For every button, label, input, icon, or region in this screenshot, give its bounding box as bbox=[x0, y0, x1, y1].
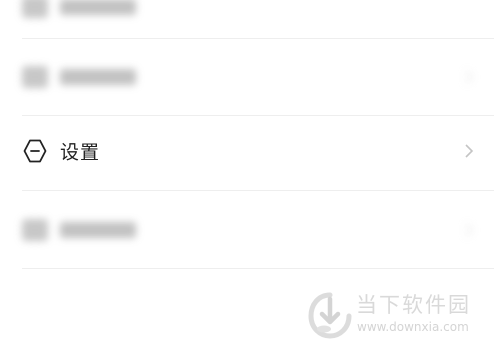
blurred-label bbox=[60, 222, 136, 238]
watermark-title: 当下软件园 bbox=[356, 293, 471, 317]
chevron-right-icon bbox=[465, 223, 474, 237]
blurred-icon bbox=[22, 219, 48, 241]
watermark-url: www.downxia.com bbox=[357, 320, 469, 334]
downxia-logo-icon bbox=[308, 292, 352, 339]
divider bbox=[22, 38, 494, 39]
blurred-icon bbox=[22, 0, 48, 18]
blurred-label bbox=[60, 0, 136, 15]
chevron-right-icon bbox=[465, 70, 474, 84]
settings-item-label: 设置 bbox=[60, 141, 101, 164]
divider bbox=[22, 190, 494, 191]
watermark: 当下软件园 www.downxia.com bbox=[308, 287, 478, 343]
blurred-icon bbox=[22, 66, 48, 88]
settings-item-blurred-3[interactable] bbox=[0, 193, 494, 267]
chevron-right-icon bbox=[465, 144, 474, 158]
settings-item-settings[interactable]: 设置 bbox=[0, 114, 494, 188]
blurred-label bbox=[60, 69, 136, 85]
divider bbox=[22, 268, 494, 269]
settings-screen: 设置 当下软件园 www.downxia.com bbox=[0, 0, 494, 358]
hexagon-minus-icon bbox=[23, 139, 47, 163]
settings-item-blurred-2[interactable] bbox=[0, 40, 494, 114]
